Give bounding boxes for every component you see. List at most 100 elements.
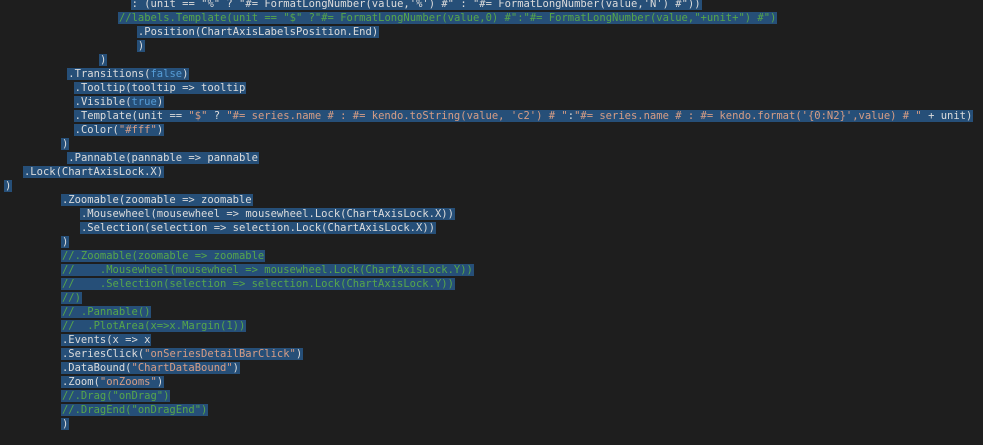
selected-code-text: //labels.Template(unit == "$" ?"#= Forma… [117,12,778,24]
selected-code-text: : (unit == "%" ? "#= FormatLongNumber(va… [130,0,702,10]
code-token: "#= series.name # : #= kendo.toString(va… [226,110,568,122]
code-token: "onZooms" [99,376,157,388]
selected-code-text: .Zoom("onZooms") [60,376,165,388]
code-line[interactable]: //) [60,291,82,305]
code-line[interactable]: //.DragEnd("onDragEnd") [60,403,209,417]
selected-code-text: .Lock(ChartAxisLock.X) [22,166,165,178]
code-token: ) [99,54,107,66]
code-token: .Visible( [74,96,132,108]
selected-code-text: ) [4,180,13,192]
code-token: //.Drag("onDrag") [61,390,170,402]
code-token: .Color( [74,124,119,136]
selected-code-text: .Tooltip(tooltip => tooltip [73,82,247,94]
code-token: ) [232,362,239,374]
selected-code-text: ) [98,54,108,66]
code-token: // .Mousewheel(mousewheel => mousewheel.… [61,264,473,276]
code-token: : (unit == "%" ? "#= FormatLongNumber(va… [131,0,701,10]
code-token: // .Pannable() [61,306,151,318]
selected-code-text: ) [136,40,146,52]
code-line[interactable]: .Pannable(pannable => pannable [67,151,259,165]
code-editor[interactable]: : (unit == "%" ? "#= FormatLongNumber(va… [0,0,983,445]
code-line[interactable]: //labels.Template(unit == "$" ?"#= Forma… [117,11,778,25]
code-line[interactable]: .Events(x => x [60,333,152,347]
code-token: .Pannable(pannable => pannable [68,152,258,164]
code-token: ) [156,376,164,388]
code-token: .Mousewheel(mousewheel => mousewheel.Loc… [80,208,454,220]
code-line[interactable]: .Mousewheel(mousewheel => mousewheel.Loc… [79,207,455,221]
code-line[interactable]: ) [98,53,108,67]
code-token: .Events(x => x [61,334,151,346]
code-line[interactable]: ) [136,39,146,53]
code-token: ) [61,236,69,248]
code-line[interactable]: .Tooltip(tooltip => tooltip [73,81,247,95]
code-line[interactable]: ) [4,179,13,193]
code-line[interactable]: // .Pannable() [60,305,152,319]
code-line[interactable]: .Position(ChartAxisLabelsPosition.End) [136,25,380,39]
code-token: //.Zoomable(zoomable => zoomable [61,250,265,262]
code-token: .Template(unit == [74,110,189,122]
code-token: "onSeriesDetailBarClick" [144,348,296,360]
code-line[interactable]: .Transitions(false) [67,67,190,81]
selected-code-text: // .Selection(selection => selection.Loc… [60,278,455,290]
code-token: //labels.Template(unit == "$" ?"#= Forma… [118,12,777,24]
selected-code-text: .Color("#fff") [73,124,165,136]
code-line[interactable]: // .Selection(selection => selection.Loc… [60,277,455,291]
code-token: .Transitions( [68,68,151,80]
code-line[interactable]: ) [60,417,70,431]
selected-code-text: //) [60,292,82,304]
code-line[interactable]: .Visible(true) [73,95,165,109]
code-line[interactable]: .SeriesClick("onSeriesDetailBarClick") [60,347,304,361]
code-token: ) [156,96,164,108]
code-line[interactable]: .Color("#fff") [73,123,165,137]
code-line[interactable]: .Selection(selection => selection.Lock(C… [79,221,436,235]
selected-code-text: ) [60,138,70,150]
selected-code-text: //.Drag("onDrag") [60,390,171,402]
selected-code-text: // .Mousewheel(mousewheel => mousewheel.… [60,264,474,276]
code-token: .Lock(ChartAxisLock.X) [23,166,164,178]
selected-code-text: // .PlotArea(x=>x.Margin(1)) [60,320,247,332]
code-token: ) [61,418,69,430]
selected-code-text: ) [60,418,70,430]
selected-code-text: .Pannable(pannable => pannable [67,152,259,164]
selected-code-text: .Zoomable(zoomable => zoomable [60,194,253,206]
selected-code-text: //.DragEnd("onDragEnd") [60,404,209,416]
code-line[interactable]: ) [60,137,70,151]
selected-code-text: .Position(ChartAxisLabelsPosition.End) [136,26,380,38]
code-token: .Position(ChartAxisLabelsPosition.End) [137,26,379,38]
code-token: // .PlotArea(x=>x.Margin(1)) [61,320,246,332]
code-line[interactable]: .Zoom("onZooms") [60,375,165,389]
code-line[interactable]: .Lock(ChartAxisLock.X) [22,165,165,179]
code-line[interactable]: .DataBound("ChartDataBound") [60,361,240,375]
code-token: ) [61,138,69,150]
code-token: .DataBound( [61,362,132,374]
code-line[interactable]: ) [60,235,70,249]
code-token: //.DragEnd("onDragEnd") [61,404,208,416]
code-token: ) [5,180,12,192]
code-line[interactable]: .Template(unit == "$" ? "#= series.name … [73,109,974,123]
code-token: .Zoomable(zoomable => zoomable [61,194,252,206]
code-token: "#= series.name # : #= kendo.format('{0:… [574,110,922,122]
selected-code-text: ) [60,236,70,248]
code-line[interactable]: // .Mousewheel(mousewheel => mousewheel.… [60,263,474,277]
code-token: ) [137,40,145,52]
code-token: false [150,68,183,80]
code-token: ) [156,124,164,136]
selected-code-text: .Transitions(false) [67,68,190,80]
code-line[interactable]: //.Zoomable(zoomable => zoomable [60,249,266,263]
code-token: .SeriesClick( [61,348,145,360]
code-token: "#fff" [118,124,157,136]
selected-code-text: .Events(x => x [60,334,152,346]
code-line[interactable]: //.Drag("onDrag") [60,389,171,403]
selected-code-text: // .Pannable() [60,306,152,318]
selected-code-text: .SeriesClick("onSeriesDetailBarClick") [60,348,304,360]
code-line[interactable]: // .PlotArea(x=>x.Margin(1)) [60,319,247,333]
code-token: // .Selection(selection => selection.Loc… [61,278,454,290]
code-line[interactable]: .Zoomable(zoomable => zoomable [60,193,253,207]
code-line[interactable]: : (unit == "%" ? "#= FormatLongNumber(va… [130,0,702,11]
code-token: "ChartDataBound" [131,362,233,374]
code-token: .Tooltip(tooltip => tooltip [74,82,246,94]
code-token: + unit) [921,110,973,122]
code-token: .Selection(selection => selection.Lock(C… [80,222,435,234]
selected-code-text: .Template(unit == "$" ? "#= series.name … [73,110,974,122]
selected-code-text: .Selection(selection => selection.Lock(C… [79,222,436,234]
